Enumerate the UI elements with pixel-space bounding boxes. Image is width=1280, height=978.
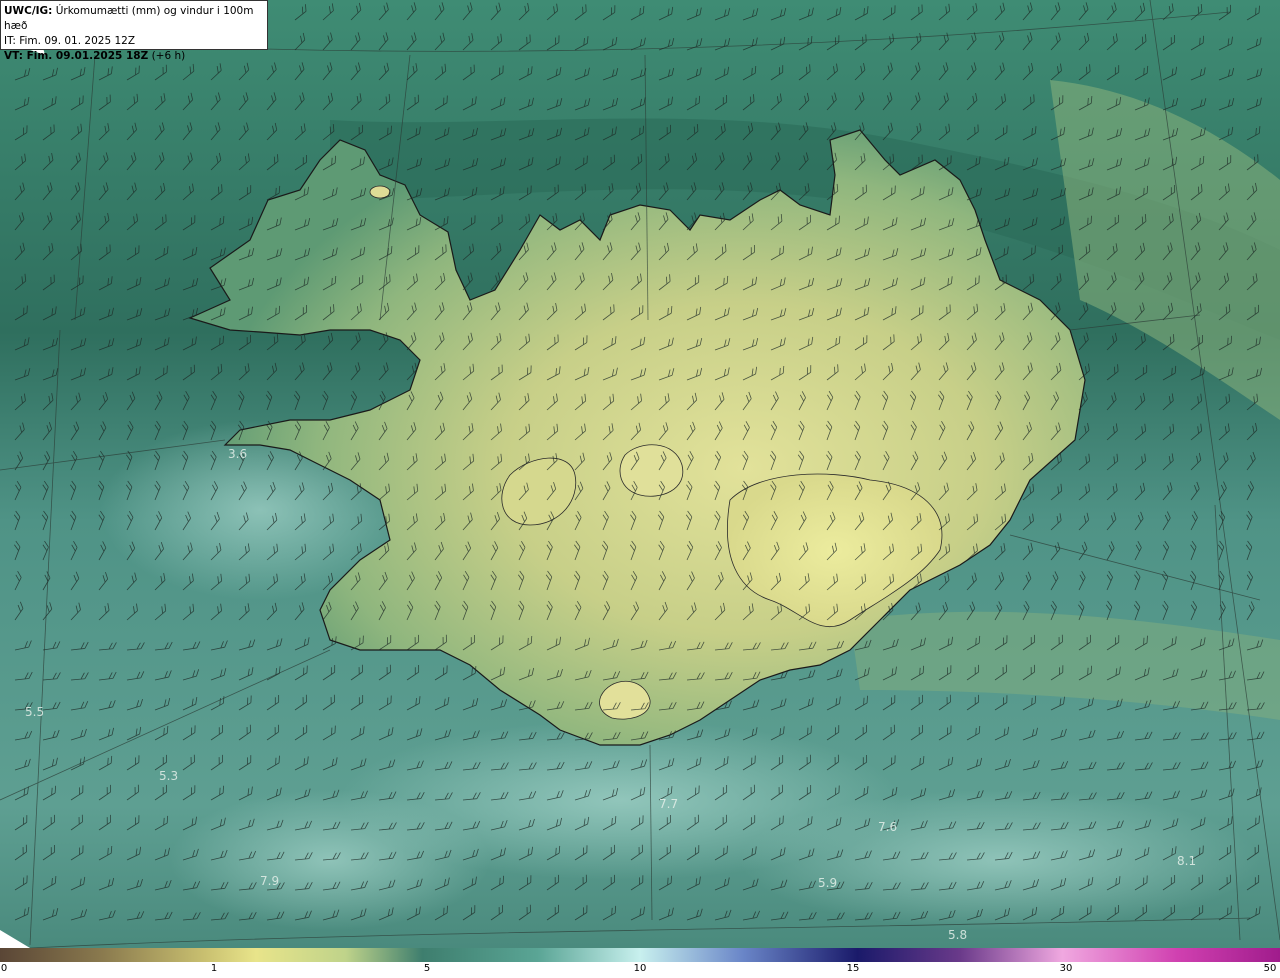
colorbar-tick: 30 <box>1059 963 1073 974</box>
value-label: 5.9 <box>818 876 838 890</box>
value-label: 5.8 <box>948 928 968 942</box>
value-label: 5.3 <box>159 769 179 783</box>
colorbar-tick: 0 <box>0 963 8 974</box>
map-canvas[interactable] <box>0 0 1280 948</box>
light-patch-southwest <box>170 790 490 930</box>
value-label: 7.7 <box>659 797 679 811</box>
colorbar-tick: 1 <box>210 963 218 974</box>
value-label: 7.9 <box>260 874 280 888</box>
value-label: 3.6 <box>228 447 248 461</box>
colorbar-tick: 15 <box>846 963 860 974</box>
value-label: 8.1 <box>1177 854 1197 868</box>
hofsjokull-glacier <box>619 444 684 497</box>
value-label: 7.6 <box>878 820 898 834</box>
init-time: IT: Fim. 09. 01. 2025 12Z <box>4 35 136 47</box>
map-panel[interactable]: UWC/IG: Úrkomumætti (mm) og vindur i 100… <box>0 0 1280 948</box>
value-label: 5.5 <box>25 705 45 719</box>
valid-offset: (+6 h) <box>151 50 186 62</box>
colorbar-tick: 10 <box>633 963 647 974</box>
drangajokull-glacier <box>369 185 391 199</box>
valid-time: VT: Fim. 09.01.2025 18Z <box>4 50 149 62</box>
info-box: UWC/IG: Úrkomumætti (mm) og vindur i 100… <box>0 0 268 62</box>
model-label: UWC/IG: <box>4 5 53 17</box>
colorbar-strip <box>0 948 1280 962</box>
colorbar-tick: 5 <box>423 963 431 974</box>
colorbar: 0 1 5 10 15 30 50 <box>0 948 1280 978</box>
colorbar-tick: 50 <box>1263 963 1277 974</box>
